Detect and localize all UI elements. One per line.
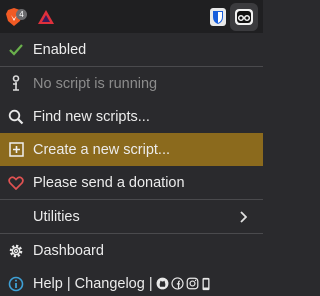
enabled-label: Enabled [33,41,87,58]
triangle-extension-button[interactable] [34,5,58,29]
find-scripts-item[interactable]: Find new scripts... [0,100,263,133]
create-script-item[interactable]: Create a new script... [0,133,263,166]
help-link[interactable]: Help [33,276,63,292]
triangle-extension-icon [38,10,54,24]
heart-icon [6,166,26,199]
script-status-icon [6,67,26,100]
dashboard-label: Dashboard [33,242,104,259]
violentmonkey-extension-button[interactable] [230,3,258,31]
utilities-item[interactable]: Utilities [0,200,263,233]
chevron-right-icon [239,200,247,233]
enabled-toggle[interactable]: Enabled [0,33,263,66]
utilities-label: Utilities [33,208,80,225]
extension-badge: 4 [16,9,27,20]
violentmonkey-icon [235,9,253,25]
donation-item[interactable]: Please send a donation [0,166,263,199]
no-script-label: No script is running [33,75,158,92]
search-icon [6,100,26,133]
no-script-status: No script is running [0,67,263,100]
create-script-label: Create a new script... [33,141,170,158]
donation-label: Please send a donation [33,174,185,191]
mobile-phone-icon[interactable] [201,277,211,291]
social-links [156,277,211,291]
violentmonkey-popup-menu: Enabled No script is running Find new sc… [0,33,263,296]
bitwarden-shield-icon [210,8,226,26]
gear-icon [6,234,26,267]
divider: | [144,275,153,292]
github-icon[interactable] [156,277,169,290]
changelog-link[interactable]: Changelog [75,276,145,292]
facebook-icon[interactable] [171,277,184,290]
bitwarden-extension-button[interactable] [206,5,230,29]
browser-toolbar: 4 [0,0,263,33]
dashboard-item[interactable]: Dashboard [0,234,263,267]
divider: | [62,275,75,292]
instagram-icon[interactable] [186,277,199,290]
plus-square-icon [6,133,26,166]
help-row: Help | Changelog | [0,267,263,296]
info-icon [6,267,26,296]
brave-extension-button[interactable]: 4 [2,5,27,29]
help-links: Help | Changelog | [33,276,211,292]
find-scripts-label: Find new scripts... [33,108,150,125]
checkmark-icon [6,33,26,66]
